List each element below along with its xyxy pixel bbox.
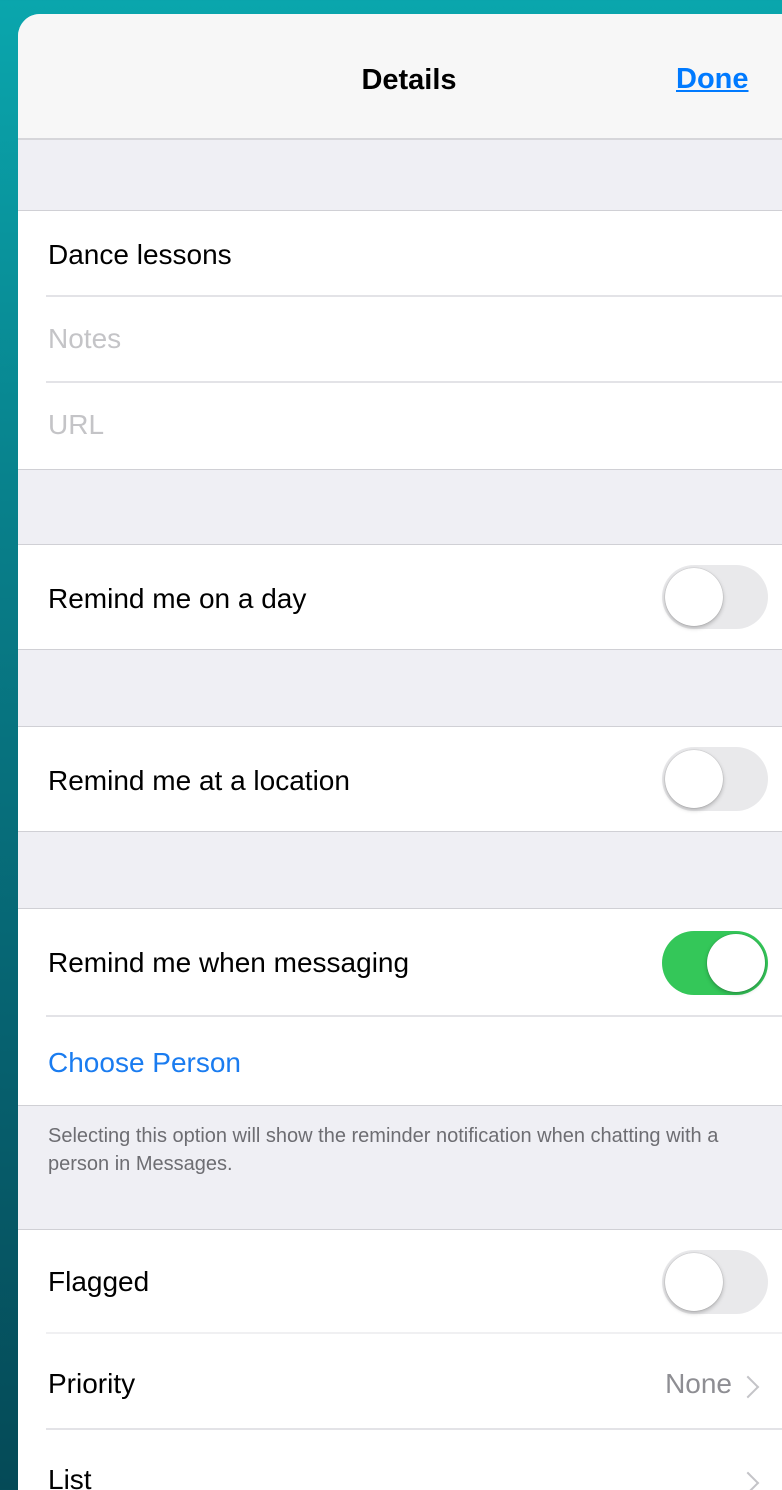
toggle-knob — [707, 934, 765, 992]
remind-messaging-row: Remind me when messaging — [18, 909, 782, 1017]
page-title: Details — [361, 64, 457, 96]
url-field[interactable]: URL — [48, 409, 104, 441]
flagged-label: Flagged — [48, 1266, 150, 1297]
remind-day-row: Remind me on a day — [18, 545, 782, 649]
list-row[interactable]: List — [18, 1430, 782, 1490]
remind-location-label: Remind me at a location — [48, 765, 350, 796]
remind-location-toggle[interactable] — [662, 747, 768, 811]
remind-day-toggle[interactable] — [662, 565, 768, 629]
details-group: Dance lessons Notes URL — [18, 210, 782, 470]
remind-messaging-group: Remind me when messaging Choose Person — [18, 908, 782, 1106]
title-field[interactable]: Dance lessons — [48, 239, 232, 271]
url-row[interactable]: URL — [18, 383, 782, 469]
remind-day-label: Remind me on a day — [48, 583, 307, 614]
remind-location-group: Remind me at a location — [18, 726, 782, 832]
priority-label: Priority — [48, 1368, 136, 1399]
toggle-knob — [665, 568, 723, 626]
navigation-bar: Details Done — [18, 14, 782, 140]
chevron-right-icon — [736, 1471, 760, 1490]
toggle-knob — [665, 750, 723, 808]
flagged-row: Flagged — [18, 1230, 782, 1334]
notes-field[interactable]: Notes — [48, 323, 121, 355]
priority-row[interactable]: Priority None — [18, 1334, 782, 1430]
flagged-toggle[interactable] — [662, 1250, 768, 1314]
details-sheet: Details Done Dance lessons Notes URL Rem… — [18, 14, 782, 1490]
notes-row[interactable]: Notes — [18, 297, 782, 383]
options-group: Flagged Priority None List — [18, 1229, 782, 1490]
remind-location-row: Remind me at a location — [18, 727, 782, 831]
list-label: List — [48, 1464, 92, 1490]
priority-value: None — [665, 1368, 732, 1399]
messaging-footnote: Selecting this option will show the remi… — [48, 1125, 719, 1175]
choose-person-link[interactable]: Choose Person — [48, 1047, 241, 1079]
choose-person-row[interactable]: Choose Person — [18, 1017, 782, 1105]
remind-messaging-toggle[interactable] — [662, 931, 768, 995]
toggle-knob — [665, 1253, 723, 1311]
title-row[interactable]: Dance lessons — [18, 211, 782, 297]
chevron-right-icon — [736, 1375, 760, 1399]
remind-day-group: Remind me on a day — [18, 544, 782, 650]
done-button[interactable]: Done — [676, 63, 749, 96]
remind-messaging-label: Remind me when messaging — [48, 947, 410, 978]
